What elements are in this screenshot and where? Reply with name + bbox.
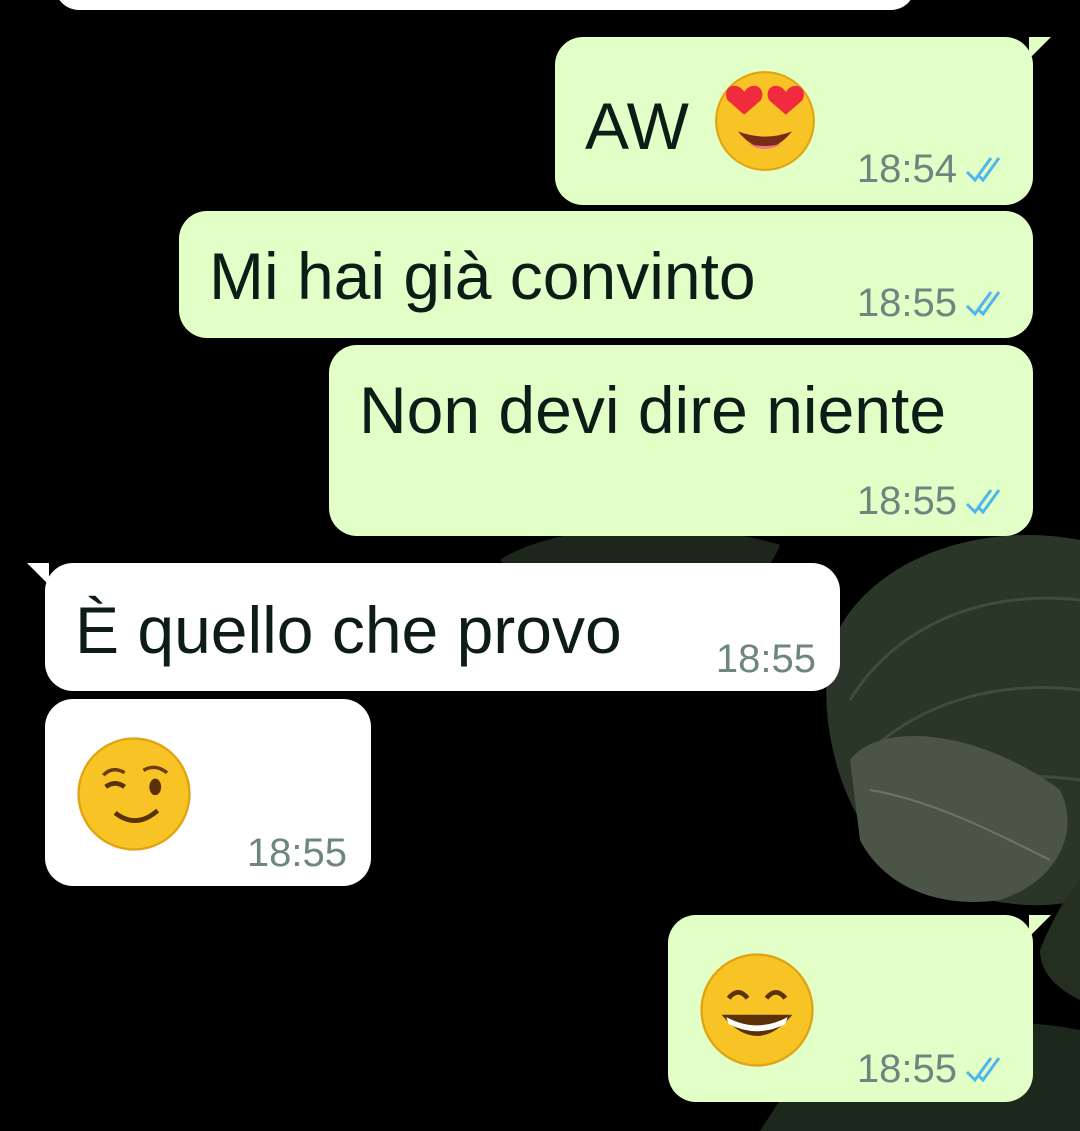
message-bubble-outgoing[interactable]: Non devi dire niente 18:55 [329,345,1033,536]
message-timestamp: 18:55 [856,1047,957,1091]
message-bubble-outgoing[interactable]: AW 18:54 [555,37,1051,205]
message-timestamp: 18:54 [856,147,957,191]
message-bubble-incoming[interactable]: 18:55 [45,699,371,886]
message-timestamp: 18:55 [246,831,347,875]
message-text: Mi hai già convinto [209,239,756,313]
winking-face-emoji-icon [77,737,191,851]
bubble-tail [1029,915,1051,937]
message-text: AW [585,89,689,163]
message-meta: 18:55 [857,481,1009,521]
message-meta: 18:55 [857,1049,1009,1089]
message-meta: 18:54 [857,149,1009,189]
message-meta: 18:55 [716,639,816,679]
message-bubble-outgoing[interactable]: 18:55 [668,915,1051,1102]
message-meta: 18:55 [857,283,1009,323]
message-meta: 18:55 [247,833,347,873]
read-ticks-icon [965,489,1001,515]
partial-message-bubble[interactable] [55,0,915,10]
grinning-face-emoji-icon [700,953,814,1067]
message-bubble-outgoing[interactable]: Mi hai già convinto 18:55 [179,211,1033,338]
message-timestamp: 18:55 [856,281,957,325]
read-ticks-icon [965,291,1001,317]
message-timestamp: 18:55 [856,479,957,523]
read-ticks-icon [965,1057,1001,1083]
message-timestamp: 18:55 [715,637,816,681]
heart-eyes-emoji-icon [715,71,815,171]
bubble-tail [27,563,49,585]
read-ticks-icon [965,157,1001,183]
message-text: Non devi dire niente [359,373,947,447]
bubble-tail [1029,37,1051,59]
message-bubble-incoming[interactable]: È quello che provo 18:55 [27,563,840,691]
message-text: È quello che provo [75,593,622,667]
